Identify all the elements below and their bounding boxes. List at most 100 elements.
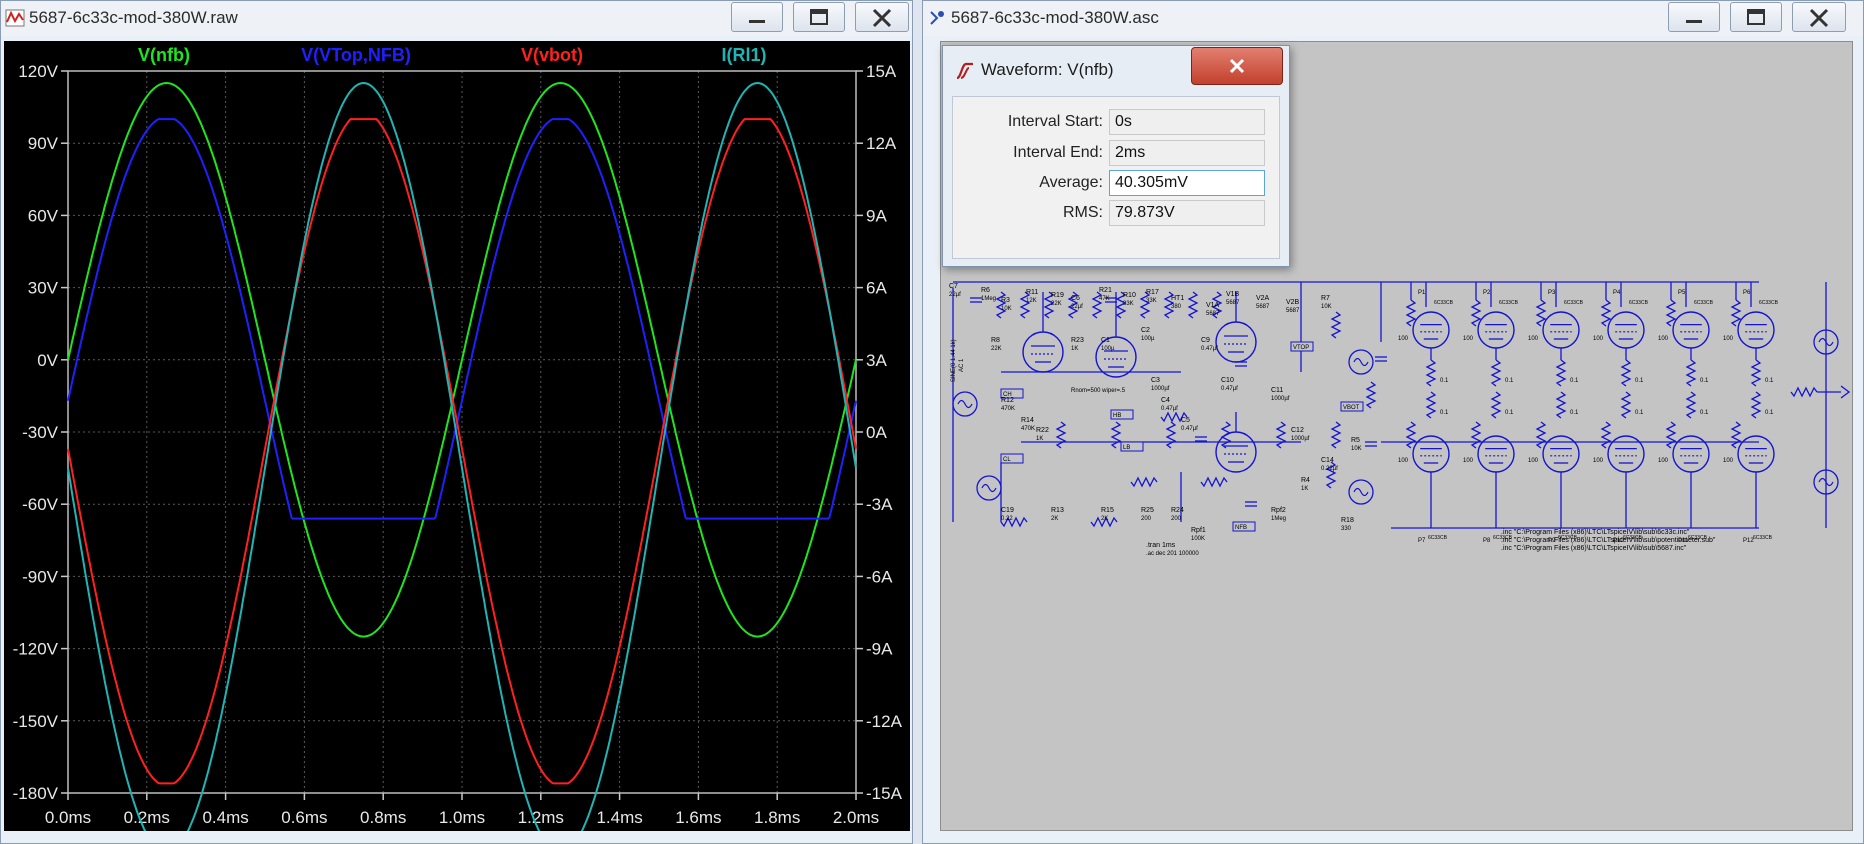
waveform-plot-pane[interactable]: 0.0ms 0.2ms 0.4ms 0.6ms 0.8ms 1.0ms 1.2ms 1.4ms… — [4, 41, 910, 844]
component-label: 1K — [1301, 486, 1308, 492]
component-label: HB — [1113, 413, 1121, 419]
minimize-icon — [749, 20, 765, 23]
component-label: V1A — [1206, 302, 1220, 309]
rms-field[interactable]: 79.873V — [1109, 200, 1265, 226]
component-label: 22K — [991, 346, 1002, 352]
waveform-titlebar[interactable]: 5687-6c33c-mod-380W.raw — [1, 1, 912, 36]
trace-v-vtop-nfb- — [67, 118, 857, 520]
component-label: 0.1 — [1505, 410, 1514, 416]
vacuum-tube — [1022, 331, 1064, 373]
maximize-button[interactable] — [793, 2, 845, 32]
rms-row: RMS: 79.873V — [953, 198, 1281, 228]
resistor — [1490, 391, 1502, 419]
interval-end-field[interactable]: 2ms — [1109, 140, 1265, 166]
component-label: SINE(0 1.44 1k) — [951, 339, 957, 382]
component-label: C4 — [1161, 397, 1170, 404]
component-label: VBOT — [1343, 405, 1360, 411]
component-label: .tran 1ms — [1146, 542, 1176, 549]
component-label: P1 — [1418, 290, 1426, 296]
vacuum-tube — [1607, 311, 1645, 349]
component-label: 0.1 — [1635, 410, 1644, 416]
close-icon — [1229, 58, 1245, 74]
component-label: 1Meg — [981, 296, 996, 302]
resistor — [1750, 359, 1762, 387]
average-field[interactable]: 40.305mV — [1109, 170, 1265, 196]
component-label: 22µf — [1071, 304, 1083, 310]
component-label: 10K — [1351, 446, 1362, 452]
component-label: HT1 — [1171, 295, 1184, 302]
resistor — [1110, 421, 1122, 449]
y-right-tick-label: -15A — [866, 784, 903, 803]
trace-label[interactable]: V(nfb) — [138, 45, 190, 65]
vacuum-tube — [1412, 311, 1450, 349]
x-tick-label: 0.0ms — [45, 808, 91, 827]
component-label: 470K — [1021, 426, 1035, 432]
interval-start-field[interactable]: 0s — [1109, 109, 1265, 135]
component-label: C5 — [1181, 417, 1190, 424]
component-label: 6C33CB — [1499, 300, 1519, 306]
component-label: 6C33CB — [1564, 300, 1584, 306]
waveform-window[interactable]: 5687-6c33c-mod-380W.raw 0.0ms 0.2ms 0.4ms 0… — [0, 0, 913, 844]
resistor — [1685, 359, 1697, 387]
component-label: R14 — [1021, 417, 1034, 424]
component-label: P7 — [1418, 538, 1426, 544]
schematic-close-button[interactable] — [1792, 2, 1846, 32]
component-label: R21 — [1099, 287, 1112, 294]
component-label: R10 — [1123, 292, 1136, 299]
component-label: 100 — [1658, 458, 1669, 464]
component-label: 0.1 — [1505, 378, 1514, 384]
component-label: R8 — [991, 337, 1000, 344]
component-label: 100 — [1463, 336, 1474, 342]
component-label: 6C33CB — [1629, 300, 1649, 306]
resistor — [1750, 391, 1762, 419]
component-label: 5687 — [1206, 311, 1220, 317]
component-label: LB — [1123, 445, 1130, 451]
schematic-titlebar[interactable]: 5687-6c33c-mod-380W.asc — [923, 1, 1863, 36]
component-label: P5 — [1678, 290, 1686, 296]
minimize-button[interactable] — [731, 2, 783, 32]
trace-label[interactable]: I(Rl1) — [722, 45, 767, 65]
close-button[interactable] — [855, 2, 909, 32]
resistor — [1730, 299, 1742, 327]
y-left-tick-label: 30V — [28, 279, 59, 298]
component-label: C10 — [1221, 377, 1234, 384]
y-left-tick-label: -120V — [13, 640, 59, 659]
component-label: 2K — [1101, 516, 1108, 522]
component-label: C1 — [1101, 337, 1110, 344]
y-right-tick-label: 3A — [866, 351, 887, 370]
resistor — [1665, 299, 1677, 327]
waveform-window-title: 5687-6c33c-mod-380W.raw — [29, 8, 238, 27]
waveform-info-dialog[interactable]: Waveform: V(nfb) Interval Start: 0s Inte… — [942, 45, 1290, 267]
component-label: CL — [1003, 457, 1011, 463]
component-label: 100µ — [1141, 336, 1155, 342]
resistor — [1600, 299, 1612, 327]
dialog-title: Waveform: V(nfb) — [981, 60, 1114, 79]
component-label: R6 — [981, 287, 990, 294]
component-label: 100 — [1528, 458, 1539, 464]
dialog-close-button[interactable] — [1191, 47, 1283, 85]
vacuum-tube — [1672, 311, 1710, 349]
dialog-body: Interval Start: 0s Interval End: 2ms Ave… — [952, 96, 1280, 259]
resistor — [1165, 421, 1177, 449]
component-label: 0.1 — [1765, 378, 1774, 384]
component-label: 0.22µf — [1321, 466, 1338, 472]
component-label: 100 — [1658, 336, 1669, 342]
component-label: 12K — [1026, 298, 1037, 304]
y-left-tick-label: 0V — [37, 351, 58, 370]
component-label: C6 — [1071, 295, 1080, 302]
y-left-tick-label: -150V — [13, 712, 59, 731]
schematic-maximize-button[interactable] — [1730, 2, 1782, 32]
component-label: R11 — [1026, 289, 1038, 296]
component-label: 100 — [1593, 458, 1604, 464]
schematic-app-icon — [930, 11, 944, 25]
trace-label[interactable]: V(vbot) — [521, 45, 583, 65]
y-left-tick-label: -90V — [22, 567, 59, 586]
average-row: Average: 40.305mV — [953, 168, 1281, 198]
component-label: NFB — [1235, 525, 1247, 531]
waveform-chart[interactable]: 0.0ms 0.2ms 0.4ms 0.6ms 0.8ms 1.0ms 1.2ms 1.4ms… — [4, 41, 910, 844]
component-label: 1000µf — [1271, 396, 1290, 402]
trace-label[interactable]: V(VTop,NFB) — [301, 45, 411, 65]
resistor — [995, 291, 1007, 319]
schematic-minimize-button[interactable] — [1668, 2, 1720, 32]
vacuum-tube — [1542, 311, 1580, 349]
